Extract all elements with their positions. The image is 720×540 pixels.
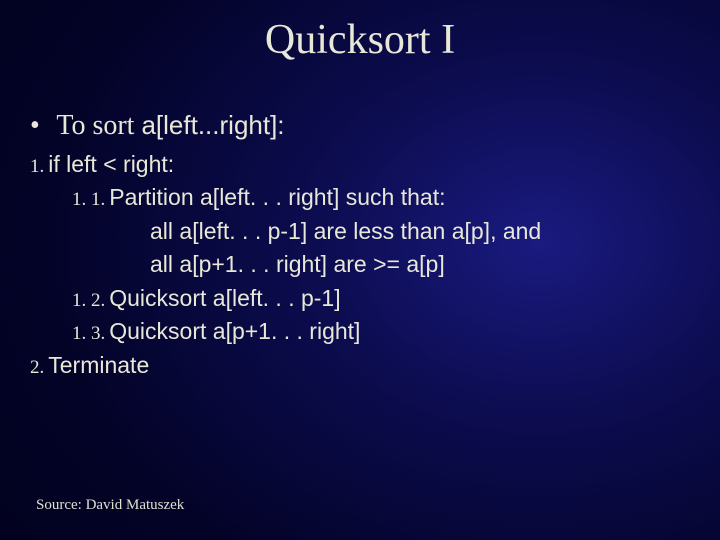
bullet-code: a[left...right]: [141, 110, 284, 140]
step-1-2: 1. 2. Quicksort a[left. . . p-1] [30, 284, 700, 313]
bullet-prefix: To sort [56, 110, 141, 141]
source-footer: Source: David Matuszek [36, 497, 184, 514]
step-2-text: Terminate [48, 352, 149, 378]
step-1-3: 1. 3. Quicksort a[p+1. . . right] [30, 317, 700, 346]
step-1-1a-text: all a[left. . . p-1] are less than a[p],… [150, 218, 541, 244]
step-1-2-num: 1. 2. [72, 290, 105, 311]
step-2-num: 2. [30, 357, 44, 378]
slide-body: • To sort a[left...right]: 1. if left < … [0, 64, 720, 380]
step-1-1b: all a[p+1. . . right] are >= a[p] [30, 250, 700, 279]
step-1-1a: all a[left. . . p-1] are less than a[p],… [30, 217, 700, 246]
step-1-2-text: Quicksort a[left. . . p-1] [109, 285, 340, 311]
step-1-1-text: Partition a[left. . . right] such that: [109, 184, 445, 210]
step-1: 1. if left < right: [30, 150, 700, 179]
step-1-text: if left < right: [48, 151, 174, 177]
step-1-3-text: Quicksort a[p+1. . . right] [109, 318, 360, 344]
bullet-dot: • [30, 110, 40, 141]
step-1-3-num: 1. 3. [72, 323, 105, 344]
slide-title: Quicksort I [0, 0, 720, 64]
step-2: 2. Terminate [30, 351, 700, 380]
step-1-1-num: 1. 1. [72, 189, 105, 210]
bullet-main: • To sort a[left...right]: [30, 110, 700, 142]
step-1-1: 1. 1. Partition a[left. . . right] such … [30, 183, 700, 212]
step-1-1b-text: all a[p+1. . . right] are >= a[p] [150, 251, 445, 277]
step-1-num: 1. [30, 156, 44, 177]
